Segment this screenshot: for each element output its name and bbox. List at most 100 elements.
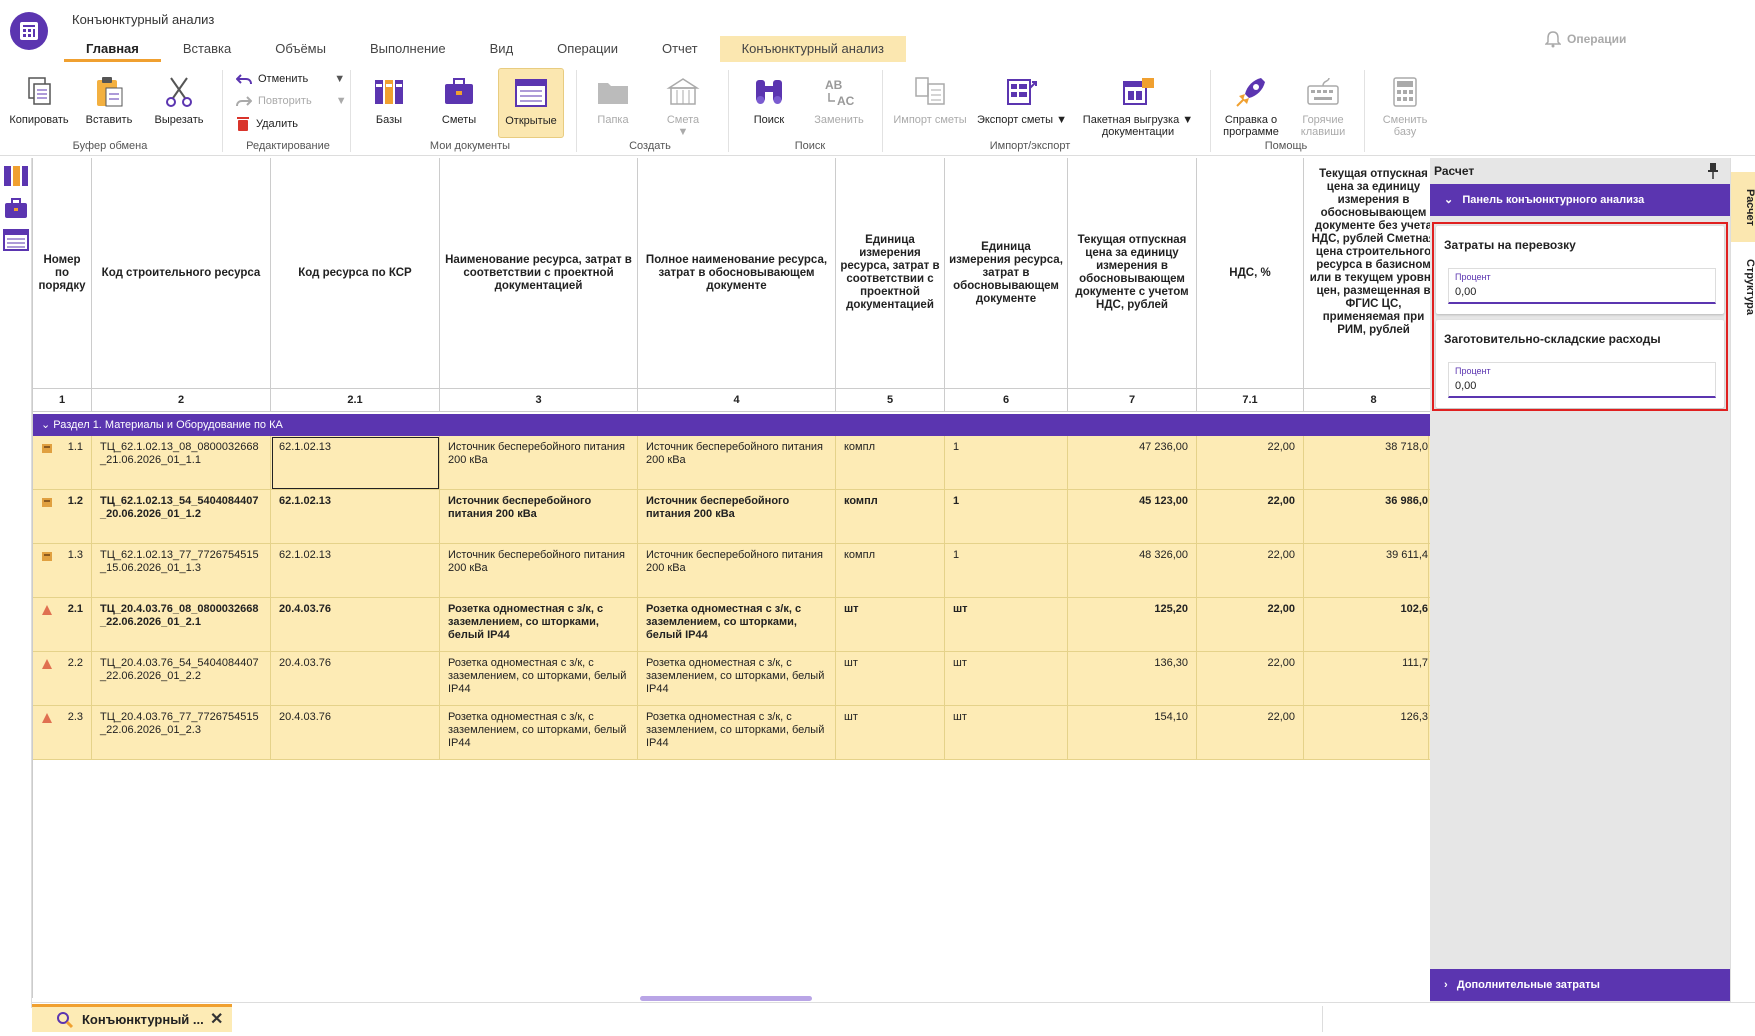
cell-net[interactable]: 111,7 — [1304, 652, 1429, 706]
col-header-price-vat[interactable]: Текущая отпускная цена за единицу измере… — [1068, 158, 1197, 388]
table-row[interactable]: 2.1 ТЦ_20.4.03.76_08_0800032668 _22.06.20… — [33, 598, 1430, 652]
cell-full[interactable]: Источник бесперебойного питания 200 кВа — [638, 490, 836, 544]
app-logo-icon[interactable] — [10, 12, 48, 50]
search-button[interactable]: Поиск — [736, 74, 802, 126]
market-analysis-panel-header[interactable]: ⌄ Панель конъюнктурного анализа — [1430, 184, 1730, 216]
cell-unit1[interactable]: шт — [836, 706, 945, 760]
cell-net[interactable]: 39 611,4 — [1304, 544, 1429, 598]
cell-ksr[interactable]: 20.4.03.76 — [271, 652, 440, 706]
col-header-resource-code[interactable]: Код строительного ресурса — [92, 158, 271, 388]
horizontal-scrollbar[interactable] — [640, 996, 812, 1001]
cell-price[interactable]: 154,10 — [1068, 706, 1197, 760]
section-row[interactable]: ⌄ Раздел 1. Материалы и Оборудование по … — [33, 414, 1430, 436]
pin-icon[interactable] — [1706, 162, 1720, 180]
col-header-vat[interactable]: НДС, % — [1197, 158, 1304, 388]
cell-unit2[interactable]: 1 — [945, 544, 1068, 598]
bases-button[interactable]: Базы — [356, 74, 422, 126]
cell-unit1[interactable]: шт — [836, 652, 945, 706]
estimate-dropdown-icon[interactable]: ▼ — [650, 126, 716, 138]
cell-name[interactable]: Источник бесперебойного питания 200 кВа — [440, 544, 638, 598]
cell-ksr[interactable]: 20.4.03.76 — [271, 706, 440, 760]
redo-button[interactable]: Повторить ▼ — [236, 94, 347, 108]
tab-volumes[interactable]: Объёмы — [253, 36, 348, 62]
tab-home[interactable]: Главная — [64, 36, 161, 62]
tab-operations[interactable]: Операции — [535, 36, 640, 62]
cell-unit2[interactable]: шт — [945, 652, 1068, 706]
copy-button[interactable]: Копировать — [6, 74, 72, 126]
table-row[interactable]: 1.2 ТЦ_62.1.02.13_54_5404084407 _20.06.20… — [33, 490, 1430, 544]
table-row[interactable]: 2.2 ТЦ_20.4.03.76_54_5404084407 _22.06.20… — [33, 652, 1430, 706]
table-row[interactable]: 1.3 ТЦ_62.1.02.13_77_7726754515 _15.06.20… — [33, 544, 1430, 598]
operations-indicator[interactable]: Операции — [1545, 30, 1626, 48]
batch-export-button[interactable]: Пакетная выгрузка ▼ документации — [1078, 74, 1198, 138]
about-button[interactable]: Справка о программе — [1218, 74, 1284, 138]
cell-ksr[interactable]: 62.1.02.13 — [271, 544, 440, 598]
col-header-number[interactable]: Номер по порядку — [33, 158, 92, 388]
tab-insert[interactable]: Вставка — [161, 36, 253, 62]
vtab-calculation[interactable]: Расчет — [1731, 172, 1755, 242]
row-number-cell[interactable]: 1.2 — [33, 490, 92, 544]
cell-vat[interactable]: 22,00 — [1197, 544, 1304, 598]
cell-vat[interactable]: 22,00 — [1197, 436, 1304, 490]
paste-button[interactable]: Вставить — [76, 74, 142, 126]
cell-vat[interactable]: 22,00 — [1197, 652, 1304, 706]
cell-price[interactable]: 48 326,00 — [1068, 544, 1197, 598]
estimates-button[interactable]: Сметы — [426, 74, 492, 126]
undo-button[interactable]: Отменить ▼ — [236, 72, 345, 86]
bases-quick-icon[interactable] — [3, 164, 29, 188]
additional-costs-header[interactable]: › Дополнительные затраты — [1430, 969, 1730, 1001]
import-estimate-button[interactable]: Импорт сметы — [888, 74, 972, 126]
cell-code[interactable]: ТЦ_20.4.03.76_77_7726754515 _22.06.2026_… — [92, 706, 271, 760]
tab-execution[interactable]: Выполнение — [348, 36, 468, 62]
col-header-unit-doc[interactable]: Единица измерения ресурса, затрат в обос… — [945, 158, 1068, 388]
cell-net[interactable]: 102,6 — [1304, 598, 1429, 652]
replace-button[interactable]: AB AC Заменить — [806, 74, 872, 126]
cell-code[interactable]: ТЦ_62.1.02.13_77_7726754515 _15.06.2026_… — [92, 544, 271, 598]
col-header-full-name[interactable]: Полное наименование ресурса, затрат в об… — [638, 158, 836, 388]
cell-name[interactable]: Источник бесперебойного питания 200 кВа — [440, 490, 638, 544]
cell-full[interactable]: Источник бесперебойного питания 200 кВа — [638, 544, 836, 598]
cell-net[interactable]: 38 718,0 — [1304, 436, 1429, 490]
close-icon[interactable]: ✕ — [210, 1009, 223, 1029]
cell-price[interactable]: 136,30 — [1068, 652, 1197, 706]
switch-base-button[interactable]: Сменить базу — [1372, 74, 1438, 138]
cell-code[interactable]: ТЦ_62.1.02.13_54_5404084407 _20.06.2026_… — [92, 490, 271, 544]
estimates-quick-icon[interactable] — [3, 196, 29, 220]
cell-price[interactable]: 45 123,00 — [1068, 490, 1197, 544]
opened-button[interactable]: Открытые — [498, 68, 564, 138]
cell-unit1[interactable]: компл — [836, 436, 945, 490]
batch-export-dropdown-icon[interactable]: ▼ — [1182, 114, 1193, 126]
cell-full[interactable]: Розетка одноместная с з/к, с заземлением… — [638, 706, 836, 760]
row-number-cell[interactable]: 2.3 — [33, 706, 92, 760]
row-number-cell[interactable]: 1.1 — [33, 436, 92, 490]
cut-button[interactable]: Вырезать — [146, 74, 212, 126]
delete-button[interactable]: Удалить — [236, 116, 298, 131]
cell-unit1[interactable]: шт — [836, 598, 945, 652]
cell-code[interactable]: ТЦ_20.4.03.76_54_5404084407 _22.06.2026_… — [92, 652, 271, 706]
tab-report[interactable]: Отчет — [640, 36, 720, 62]
tab-view[interactable]: Вид — [468, 36, 536, 62]
cell-price[interactable]: 47 236,00 — [1068, 436, 1197, 490]
cell-price[interactable]: 125,20 — [1068, 598, 1197, 652]
cell-name[interactable]: Розетка одноместная с з/к, с заземлением… — [440, 706, 638, 760]
chevron-down-icon[interactable]: ⌄ — [41, 419, 50, 431]
cell-name[interactable]: Источник бесперебойного питания 200 кВа — [440, 436, 638, 490]
cell-full[interactable]: Розетка одноместная с з/к, с заземлением… — [638, 652, 836, 706]
cell-full[interactable]: Розетка одноместная с з/к, с заземлением… — [638, 598, 836, 652]
cell-vat[interactable]: 22,00 — [1197, 490, 1304, 544]
cell-name[interactable]: Розетка одноместная с з/к, с заземлением… — [440, 652, 638, 706]
col-header-name[interactable]: Наименование ресурса, затрат в соответст… — [440, 158, 638, 388]
tab-market-analysis[interactable]: Конъюнктурный анализ — [719, 36, 906, 62]
new-estimate-button[interactable]: Смета ▼ — [650, 74, 716, 138]
undo-dropdown-icon[interactable]: ▼ — [334, 73, 345, 85]
cell-unit1[interactable]: компл — [836, 544, 945, 598]
table-row[interactable]: 2.3 ТЦ_20.4.03.76_77_7726754515 _22.06.20… — [33, 706, 1430, 760]
cell-code[interactable]: ТЦ_62.1.02.13_08_0800032668 _21.06.2026_… — [92, 436, 271, 490]
cell-unit2[interactable]: шт — [945, 706, 1068, 760]
cell-full[interactable]: Источник бесперебойного питания 200 кВа — [638, 436, 836, 490]
export-estimate-button[interactable]: Экспорт сметы ▼ — [976, 74, 1068, 126]
cell-code[interactable]: ТЦ_20.4.03.76_08_0800032668 _22.06.2026_… — [92, 598, 271, 652]
cell-unit2[interactable]: 1 — [945, 490, 1068, 544]
hotkeys-button[interactable]: Горячие клавиши — [1290, 74, 1356, 138]
row-number-cell[interactable]: 1.3 — [33, 544, 92, 598]
